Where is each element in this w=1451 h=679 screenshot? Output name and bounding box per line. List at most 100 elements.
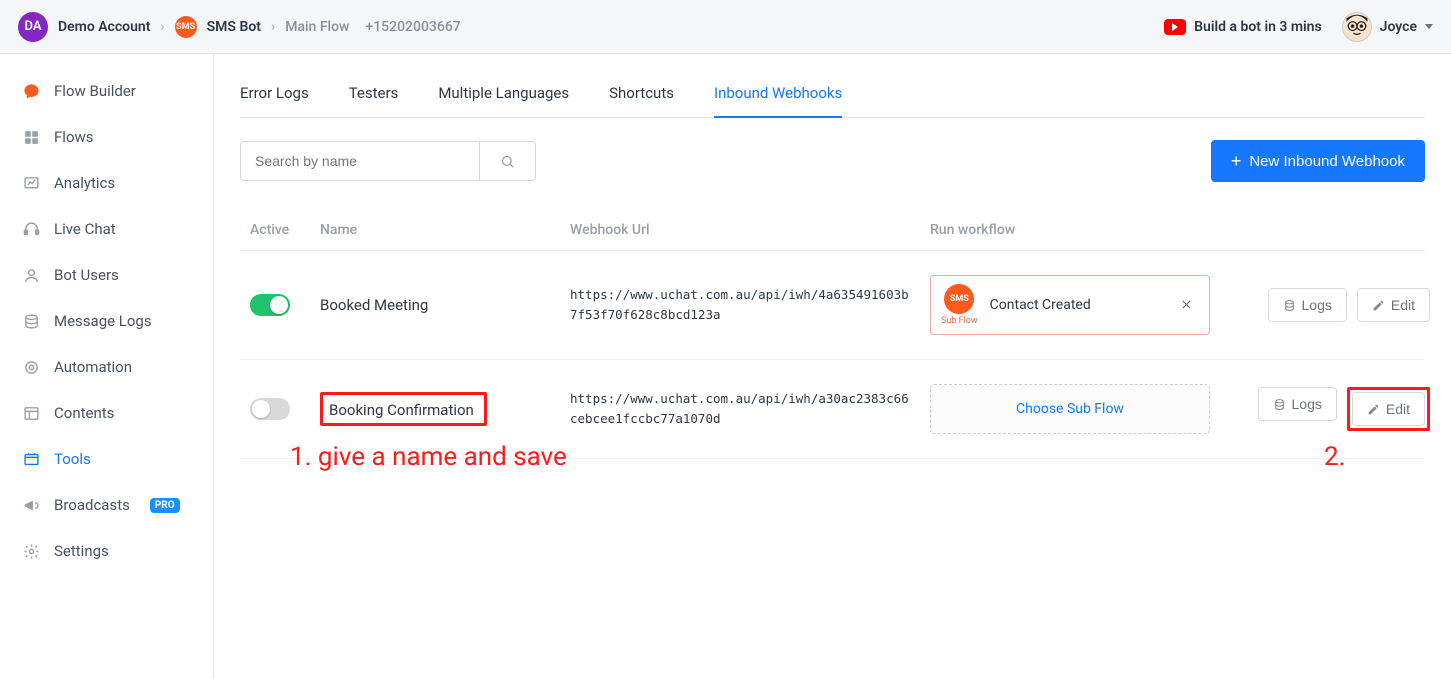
annotation-highlight: Edit: [1347, 387, 1430, 431]
sidebar-item-label: Flow Builder: [54, 82, 136, 100]
tab-error-logs[interactable]: Error Logs: [240, 76, 309, 117]
table-row: Booked Meeting https://www.uchat.com.au/…: [240, 251, 1425, 360]
sidebar-item-live-chat[interactable]: Live Chat: [0, 206, 213, 252]
sidebar-item-broadcasts[interactable]: Broadcasts PRO: [0, 482, 213, 528]
sidebar-item-flow-builder[interactable]: Flow Builder: [0, 68, 213, 114]
sidebar-item-bot-users[interactable]: Bot Users: [0, 252, 213, 298]
target-icon: [22, 359, 40, 376]
button-label: Edit: [1391, 297, 1415, 313]
chevron-down-icon: [1425, 24, 1433, 29]
tools-icon: [22, 451, 40, 468]
promo-text: Build a bot in 3 mins: [1194, 19, 1322, 35]
search-button[interactable]: [480, 141, 536, 181]
sidebar-item-settings[interactable]: Settings: [0, 528, 213, 574]
sms-icon: SMS: [175, 16, 197, 38]
sidebar-item-label: Live Chat: [54, 220, 116, 238]
youtube-icon: [1164, 19, 1186, 35]
tab-inbound-webhooks[interactable]: Inbound Webhooks: [714, 76, 842, 118]
button-label: Logs: [1292, 396, 1322, 412]
user-name: Joyce: [1380, 19, 1417, 35]
col-active: Active: [250, 222, 320, 238]
edit-button[interactable]: Edit: [1357, 288, 1430, 322]
close-icon: [1180, 298, 1193, 311]
main-content: Error Logs Testers Multiple Languages Sh…: [214, 54, 1451, 679]
remove-workflow-button[interactable]: [1176, 292, 1197, 319]
sidebar-item-label: Broadcasts: [54, 496, 130, 514]
plus-icon: +: [1231, 152, 1242, 170]
workflow-name: Contact Created: [990, 297, 1164, 313]
flow-name[interactable]: Main Flow: [285, 19, 349, 35]
sidebar-item-label: Tools: [54, 450, 91, 468]
webhook-name: Booked Meeting: [320, 296, 570, 314]
chevron-right-icon: ›: [160, 19, 164, 35]
annotation-text: 2.: [1324, 442, 1345, 472]
pencil-icon: [1367, 403, 1380, 416]
toolbar: + New Inbound Webhook: [240, 140, 1425, 182]
sms-icon: SMS: [944, 284, 974, 314]
edit-button[interactable]: Edit: [1352, 392, 1425, 426]
breadcrumb: DA Demo Account › SMS SMS Bot › Main Flo…: [18, 12, 461, 42]
chart-icon: [22, 175, 40, 192]
sidebar-item-automation[interactable]: Automation: [0, 344, 213, 390]
tab-shortcuts[interactable]: Shortcuts: [609, 76, 674, 117]
sidebar-item-contents[interactable]: Contents: [0, 390, 213, 436]
promo-link[interactable]: Build a bot in 3 mins: [1164, 19, 1322, 35]
sidebar-item-label: Contents: [54, 404, 114, 422]
annotation-text: 1. give a name and save: [290, 442, 567, 472]
pencil-icon: [1372, 299, 1385, 312]
tabs: Error Logs Testers Multiple Languages Sh…: [240, 76, 1425, 118]
webhooks-table: Active Name Webhook Url Run workflow Boo…: [240, 210, 1425, 459]
search-input[interactable]: [240, 141, 480, 181]
grid-icon: [22, 129, 40, 146]
avatar-face-icon: [1343, 13, 1371, 41]
button-label: New Inbound Webhook: [1249, 153, 1405, 170]
new-inbound-webhook-button[interactable]: + New Inbound Webhook: [1211, 140, 1425, 182]
user-icon: [22, 267, 40, 284]
account-name[interactable]: Demo Account: [58, 19, 150, 35]
search-wrap: [240, 141, 536, 181]
sidebar-item-label: Bot Users: [54, 266, 119, 284]
choose-subflow-button[interactable]: Choose Sub Flow: [930, 384, 1210, 434]
user-menu[interactable]: Joyce: [1342, 12, 1433, 42]
stack-icon: [1273, 398, 1286, 411]
gear-icon: [22, 543, 40, 560]
headset-icon: [22, 221, 40, 238]
webhook-url[interactable]: https://www.uchat.com.au/api/iwh/4a63549…: [570, 285, 930, 325]
webhook-url[interactable]: https://www.uchat.com.au/api/iwh/a30ac23…: [570, 389, 930, 429]
tab-multiple-languages[interactable]: Multiple Languages: [438, 76, 569, 117]
bot-name[interactable]: SMS Bot: [207, 19, 261, 35]
col-workflow: Run workflow: [930, 222, 1250, 238]
sidebar-item-tools[interactable]: Tools: [0, 436, 213, 482]
sidebar-item-analytics[interactable]: Analytics: [0, 160, 213, 206]
account-avatar[interactable]: DA: [18, 12, 48, 42]
stack-icon: [1283, 299, 1296, 312]
top-bar: DA Demo Account › SMS SMS Bot › Main Flo…: [0, 0, 1451, 54]
chevron-right-icon: ›: [271, 19, 275, 35]
stack-icon: [22, 313, 40, 330]
col-url: Webhook Url: [570, 222, 930, 238]
pro-badge: PRO: [150, 498, 180, 513]
tab-testers[interactable]: Testers: [349, 76, 399, 117]
megaphone-icon: [22, 497, 40, 514]
button-label: Choose Sub Flow: [1016, 401, 1124, 417]
sidebar-item-label: Settings: [54, 542, 109, 560]
phone-number: +15202003667: [365, 19, 460, 35]
sidebar-item-message-logs[interactable]: Message Logs: [0, 298, 213, 344]
chat-bubble-icon: [22, 83, 40, 100]
webhook-name: Booking Confirmation: [320, 392, 487, 426]
workflow-card[interactable]: SMS Sub Flow Contact Created: [930, 275, 1210, 335]
sidebar: Flow Builder Flows Analytics Live Chat B…: [0, 54, 214, 679]
active-toggle[interactable]: [250, 398, 290, 420]
logs-button[interactable]: Logs: [1258, 387, 1337, 421]
active-toggle[interactable]: [250, 294, 290, 316]
search-icon: [500, 154, 515, 169]
table-header: Active Name Webhook Url Run workflow: [240, 210, 1425, 251]
col-name: Name: [320, 222, 570, 238]
user-avatar: [1342, 12, 1372, 42]
sidebar-item-label: Message Logs: [54, 312, 152, 330]
sidebar-item-label: Automation: [54, 358, 132, 376]
button-label: Logs: [1302, 297, 1332, 313]
sidebar-item-flows[interactable]: Flows: [0, 114, 213, 160]
subflow-label: Sub Flow: [941, 316, 978, 326]
logs-button[interactable]: Logs: [1268, 288, 1347, 322]
